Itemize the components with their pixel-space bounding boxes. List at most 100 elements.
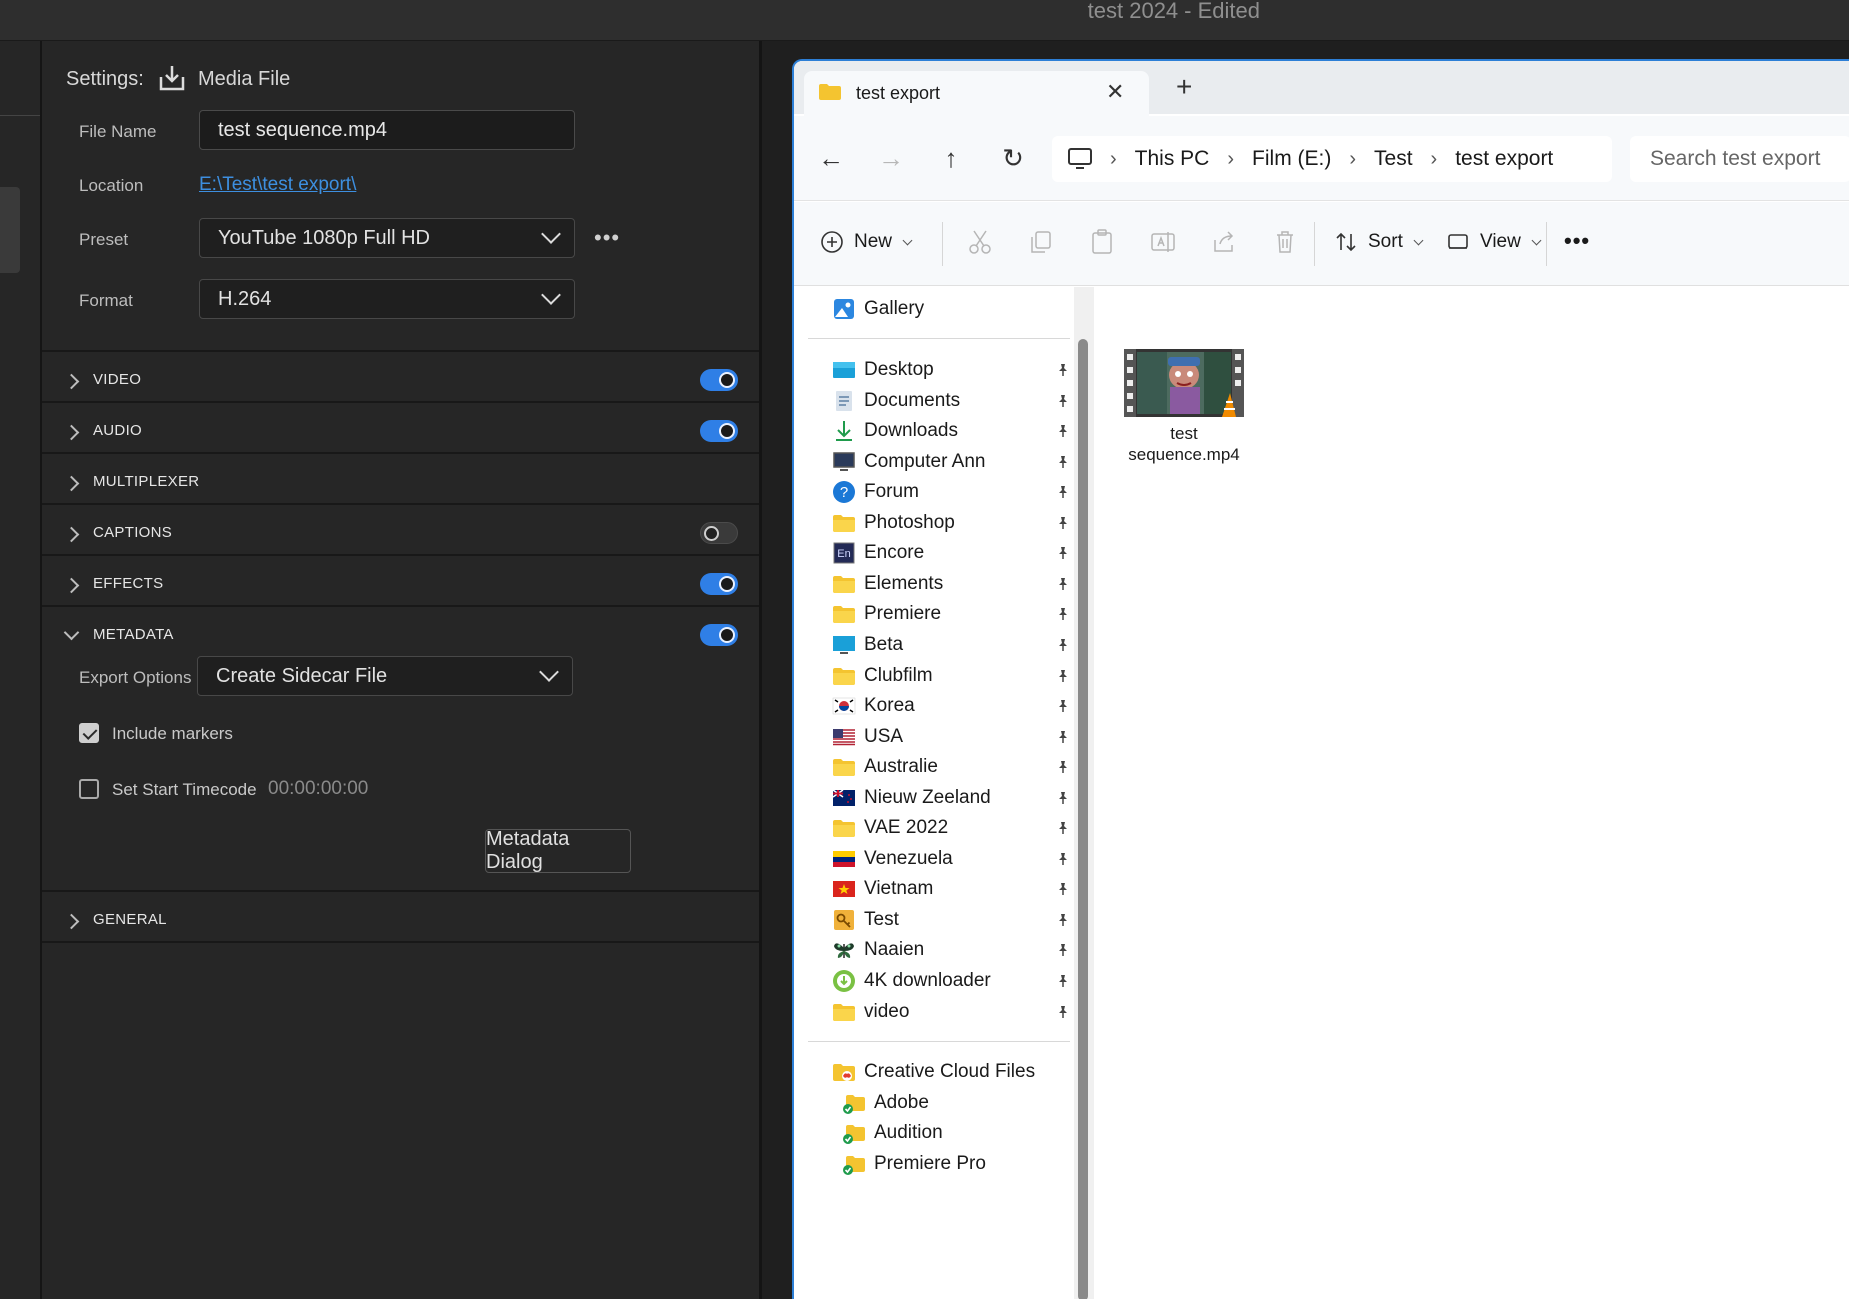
cut-icon[interactable] [966, 228, 994, 256]
preset-select[interactable]: YouTube 1080p Full HD [199, 218, 575, 258]
export-options-select[interactable]: Create Sidecar File [197, 656, 573, 696]
breadcrumb-test[interactable]: Test [1374, 147, 1413, 171]
download-icon[interactable] [157, 63, 187, 93]
new-button[interactable]: New [820, 230, 913, 254]
refresh-icon[interactable]: ↻ [996, 141, 1030, 175]
forward-arrow-icon[interactable]: → [874, 141, 908, 175]
sidebar-item-desktop[interactable]: Desktop [832, 355, 1092, 385]
sidebar-item-clubfilm[interactable]: Clubfilm [832, 661, 1092, 691]
up-arrow-icon[interactable]: ↑ [934, 141, 968, 175]
effects-toggle[interactable] [700, 573, 738, 595]
pin-icon[interactable] [1056, 1005, 1070, 1019]
chevron-down-icon[interactable] [63, 624, 80, 641]
pin-icon[interactable] [1056, 577, 1070, 591]
section-label[interactable]: METADATA [93, 626, 174, 643]
sidebar-item-video[interactable]: video [832, 997, 1092, 1027]
sidebar-item-adobe[interactable]: Adobe [842, 1088, 1102, 1118]
sidebar-item-encore[interactable]: En Encore [832, 538, 1092, 568]
share-icon[interactable] [1210, 228, 1238, 256]
sidebar-item-nieuw-zeeland[interactable]: Nieuw Zeeland [832, 783, 1092, 813]
sidebar-item-usa[interactable]: USA [832, 722, 1092, 752]
metadata-dialog-button[interactable]: Metadata Dialog [485, 828, 631, 873]
new-tab-button[interactable]: + [1176, 73, 1192, 101]
file-list-area: test sequence.mp4 [1094, 287, 1849, 1299]
sidebar-item-vae-2022[interactable]: VAE 2022 [832, 813, 1092, 843]
pin-icon[interactable] [1056, 852, 1070, 866]
location-link[interactable]: E:\Test\test export\ [199, 174, 356, 196]
chevron-down-icon [539, 662, 559, 682]
include-markers-checkbox[interactable] [79, 723, 99, 743]
timecode-field[interactable]: 00:00:00:00 [268, 778, 368, 800]
rename-icon[interactable] [1149, 228, 1177, 256]
sidebar-item-beta[interactable]: Beta [832, 630, 1092, 660]
search-input[interactable]: Search test export [1630, 136, 1849, 182]
back-arrow-icon[interactable]: ← [814, 141, 848, 175]
pin-icon[interactable] [1056, 546, 1070, 560]
sidebar-item-naaien[interactable]: Naaien [832, 935, 1092, 965]
paste-icon[interactable] [1088, 228, 1116, 256]
sidebar-item-australie[interactable]: Australie [832, 752, 1092, 782]
more-options-button[interactable]: ••• [1564, 228, 1590, 254]
pin-icon[interactable] [1056, 943, 1070, 957]
pin-icon[interactable] [1056, 791, 1070, 805]
navigation-scrollbar-thumb[interactable] [1078, 339, 1088, 1299]
sidebar-item-label: Nieuw Zeeland [864, 786, 991, 808]
pin-icon[interactable] [1056, 760, 1070, 774]
sort-button[interactable]: Sort [1334, 230, 1424, 254]
file-name-input[interactable]: test sequence.mp4 [199, 110, 575, 150]
sidebar-item-documents[interactable]: Documents [832, 386, 1092, 416]
sidebar-item-gallery[interactable]: Gallery [832, 294, 1092, 324]
sidebar-item-premiere-pro[interactable]: Premiere Pro [842, 1149, 1102, 1179]
panel-tab-handle[interactable] [0, 187, 20, 273]
pin-icon[interactable] [1056, 424, 1070, 438]
breadcrumb-film-drive[interactable]: Film (E:) [1252, 147, 1331, 171]
pin-icon[interactable] [1056, 821, 1070, 835]
svg-text:En: En [837, 548, 850, 560]
sidebar-item-forum[interactable]: ? Forum [832, 477, 1092, 507]
pin-icon[interactable] [1056, 607, 1070, 621]
delete-icon[interactable] [1271, 228, 1299, 256]
pin-icon[interactable] [1056, 485, 1070, 499]
copy-icon[interactable] [1027, 228, 1055, 256]
close-icon[interactable]: ✕ [1106, 79, 1124, 105]
address-bar[interactable]: › This PC › Film (E:) › Test › test expo… [1052, 136, 1612, 182]
format-select[interactable]: H.264 [199, 279, 575, 319]
sidebar-item-vietnam[interactable]: Vietnam [832, 874, 1092, 904]
file-item-test-sequence[interactable]: test sequence.mp4 [1122, 347, 1246, 477]
sidebar-item-premiere[interactable]: Premiere [832, 599, 1092, 629]
video-toggle[interactable] [700, 369, 738, 391]
media-file-checkbox-label[interactable]: Media File [198, 68, 290, 91]
pin-icon[interactable] [1056, 699, 1070, 713]
pin-icon[interactable] [1056, 638, 1070, 652]
set-start-timecode-checkbox[interactable] [79, 779, 99, 799]
tab-test-export[interactable]: test export ✕ [804, 71, 1149, 116]
sidebar-item-korea[interactable]: Korea [832, 691, 1092, 721]
pin-icon[interactable] [1056, 394, 1070, 408]
preset-more-button[interactable]: ••• [594, 225, 620, 251]
sidebar-item-downloads[interactable]: Downloads [832, 416, 1092, 446]
sidebar-item-label: Creative Cloud Files [864, 1061, 1036, 1082]
sidebar-item-computer-ann[interactable]: Computer Ann [832, 447, 1092, 477]
view-button[interactable]: View [1446, 230, 1542, 254]
captions-toggle[interactable] [700, 522, 738, 544]
4k-downloader-icon [832, 969, 856, 993]
sidebar-item-creative-cloud-files[interactable]: Creative Cloud Files [832, 1057, 1092, 1087]
pin-icon[interactable] [1056, 363, 1070, 377]
pin-icon[interactable] [1056, 913, 1070, 927]
sidebar-item-venezuela[interactable]: Venezuela [832, 844, 1092, 874]
sidebar-item-elements[interactable]: Elements [832, 569, 1092, 599]
sidebar-item-test[interactable]: Test [832, 905, 1092, 935]
breadcrumb-this-pc[interactable]: This PC [1135, 147, 1210, 171]
sidebar-item-4k-downloader[interactable]: 4K downloader [832, 966, 1092, 996]
pin-icon[interactable] [1056, 516, 1070, 530]
pin-icon[interactable] [1056, 882, 1070, 896]
sidebar-item-photoshop[interactable]: Photoshop [832, 508, 1092, 538]
audio-toggle[interactable] [700, 420, 738, 442]
sidebar-item-audition[interactable]: Audition [842, 1118, 1102, 1148]
pin-icon[interactable] [1056, 974, 1070, 988]
pin-icon[interactable] [1056, 730, 1070, 744]
pin-icon[interactable] [1056, 455, 1070, 469]
metadata-toggle[interactable] [700, 624, 738, 646]
breadcrumb-test-export[interactable]: test export [1455, 147, 1553, 171]
pin-icon[interactable] [1056, 669, 1070, 683]
